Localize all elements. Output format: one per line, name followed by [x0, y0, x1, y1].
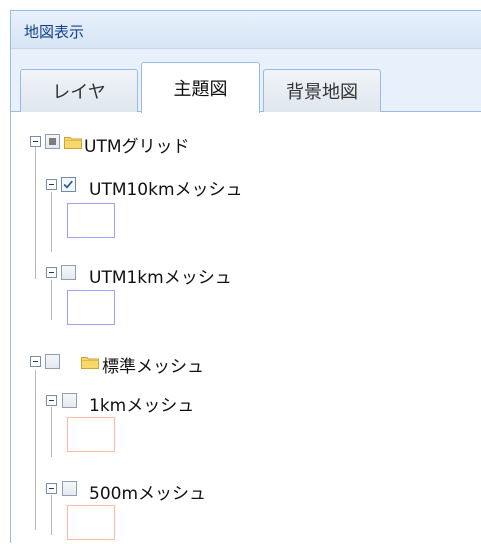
- layer-tree: UTMグリッド UTM10kmメッシュ UTM1kmメッシュ 標準メッシュ 1k…: [11, 112, 481, 544]
- tab-background-map[interactable]: 背景地図: [263, 69, 381, 112]
- tree-connector-line: [51, 495, 52, 535]
- layer-1km-collapse-icon[interactable]: [46, 395, 57, 406]
- layer-utm10km-checkbox[interactable]: [61, 177, 76, 192]
- tab-strip: レイヤ 主題図 背景地図: [11, 49, 481, 113]
- legend-swatch-1km: [67, 417, 115, 452]
- tab-layers[interactable]: レイヤ: [20, 69, 138, 112]
- layer-1km-label[interactable]: 1kmメッシュ: [89, 391, 194, 416]
- tree-connector-line: [51, 407, 52, 457]
- layer-500m-checkbox[interactable]: [62, 481, 77, 496]
- group-standard-mesh-collapse-icon[interactable]: [30, 356, 41, 367]
- layer-500m-label[interactable]: 500mメッシュ: [89, 479, 206, 504]
- panel-header: 地図表示: [11, 11, 481, 49]
- layer-500m-collapse-icon[interactable]: [46, 483, 57, 494]
- layer-utm10km-label[interactable]: UTM10kmメッシュ: [89, 175, 243, 200]
- tree-connector-line: [51, 280, 52, 320]
- panel-title: 地図表示: [24, 23, 85, 41]
- map-display-panel: 地図表示 レイヤ 主題図 背景地図 UTMグリッド UTM10kmメッシュ UT…: [10, 10, 481, 543]
- folder-icon: [64, 137, 82, 149]
- layer-utm1km-collapse-icon[interactable]: [46, 267, 57, 278]
- layer-utm1km-label[interactable]: UTM1kmメッシュ: [89, 263, 232, 288]
- tab-thematic-map[interactable]: 主題図: [141, 62, 260, 113]
- layer-utm10km-collapse-icon[interactable]: [46, 179, 57, 190]
- group-standard-mesh-checkbox[interactable]: [45, 354, 60, 369]
- layer-utm1km-checkbox[interactable]: [61, 265, 76, 280]
- tree-connector-line: [35, 145, 36, 279]
- legend-swatch-utm1km: [67, 290, 115, 325]
- group-standard-mesh-label[interactable]: 標準メッシュ: [102, 352, 204, 377]
- tree-connector-line: [35, 370, 36, 530]
- legend-swatch-utm10km: [67, 203, 115, 238]
- tree-connector-line: [51, 192, 52, 252]
- group-utm-grid-collapse-icon[interactable]: [30, 136, 41, 147]
- group-utm-grid-checkbox[interactable]: [45, 134, 60, 149]
- legend-swatch-500m: [67, 505, 115, 540]
- check-icon: [63, 180, 73, 189]
- layer-1km-checkbox[interactable]: [62, 393, 77, 408]
- group-utm-grid-label[interactable]: UTMグリッド: [84, 132, 190, 157]
- folder-icon: [81, 357, 99, 369]
